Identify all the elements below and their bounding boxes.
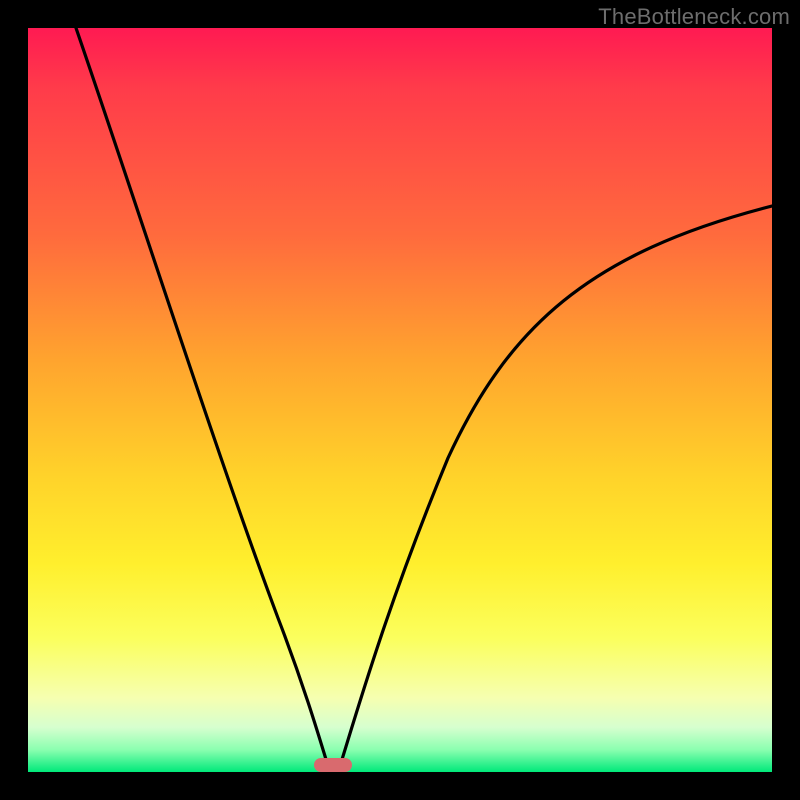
bottleneck-curve [28, 28, 772, 772]
plot-area [28, 28, 772, 772]
curve-path [76, 28, 772, 766]
chart-frame: TheBottleneck.com [0, 0, 800, 800]
optimal-marker [314, 758, 352, 772]
watermark-text: TheBottleneck.com [598, 4, 790, 30]
